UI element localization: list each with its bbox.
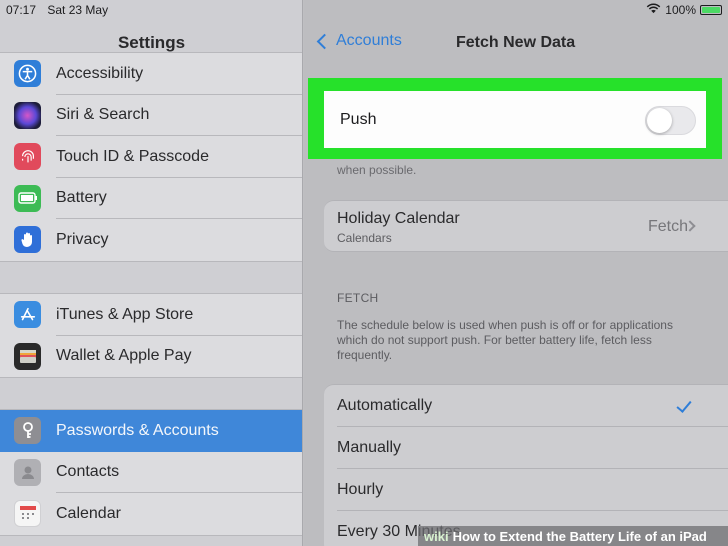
push-toggle[interactable] <box>645 106 696 135</box>
sidebar-item-label: Battery <box>56 189 107 207</box>
key-icon <box>14 417 41 445</box>
sidebar-item-label: iTunes & App Store <box>56 305 194 323</box>
battery-icon <box>14 184 41 212</box>
accessibility-icon <box>14 60 41 88</box>
account-title: Holiday Calendar <box>337 210 460 227</box>
push-footer: when possible. <box>337 163 417 177</box>
checkmark-icon <box>676 397 692 413</box>
status-time: 07:17 <box>6 3 37 17</box>
sidebar-item-privacy[interactable]: Privacy <box>0 219 302 261</box>
sidebar-item-wallet[interactable]: Wallet & Apple Pay <box>0 336 302 378</box>
account-subtitle: Calendars <box>337 231 392 245</box>
status-battery-icon <box>700 5 722 15</box>
sidebar-item-passwords-accounts[interactable]: Passwords & Accounts <box>0 410 302 452</box>
status-bar-left: 07:17 Sat 23 May <box>6 3 108 17</box>
sidebar-item-label: Calendar <box>56 504 121 522</box>
sidebar-item-siri[interactable]: Siri & Search <box>0 95 302 136</box>
fetch-description: The schedule below is used when push is … <box>337 318 673 362</box>
toggle-knob <box>647 108 672 133</box>
push-row: Push <box>324 91 706 148</box>
watermark-brand: wiki <box>424 528 449 544</box>
fingerprint-icon <box>14 143 41 171</box>
status-date: Sat 23 May <box>47 3 109 17</box>
sidebar-item-touch-id[interactable]: Touch ID & Passcode <box>0 136 302 178</box>
option-label: Hourly <box>337 481 384 498</box>
fetch-options-list: Automatically Manually Hourly Every 30 M… <box>324 384 728 546</box>
sidebar-item-label: Wallet & Apple Pay <box>56 347 192 365</box>
option-hourly[interactable]: Hourly <box>324 469 728 511</box>
wallet-icon <box>14 342 41 370</box>
navigation-bar: Accounts Fetch New Data <box>304 30 728 58</box>
sidebar-item-accessibility[interactable]: Accessibility <box>0 53 302 95</box>
detail-pane: 100% Accounts Fetch New Data Push when p… <box>304 0 728 546</box>
siri-icon <box>14 101 41 129</box>
watermark-text: How to Extend the Battery Life of an iPa… <box>452 528 707 544</box>
sidebar-group-store: iTunes & App Store Wallet & Apple Pay <box>0 293 302 378</box>
option-manually[interactable]: Manually <box>324 427 728 469</box>
calendar-icon <box>14 500 41 528</box>
push-highlight: Push <box>308 78 722 159</box>
contacts-icon <box>14 458 41 486</box>
sidebar-item-label: Passwords & Accounts <box>56 421 219 439</box>
sidebar-group-general: Accessibility Siri & Search Touch ID & P… <box>0 52 302 262</box>
sidebar-item-label: Contacts <box>56 463 120 481</box>
battery-percent: 100% <box>665 3 696 17</box>
push-label: Push <box>340 110 377 128</box>
page-title: Fetch New Data <box>456 34 576 51</box>
option-automatically[interactable]: Automatically <box>324 385 728 427</box>
back-button[interactable]: Accounts <box>315 32 402 50</box>
hand-icon <box>14 226 41 254</box>
settings-sidebar: 07:17 Sat 23 May Settings Accessibility … <box>0 0 303 546</box>
sidebar-item-calendar[interactable]: Calendar <box>0 493 302 535</box>
option-label: Manually <box>337 439 402 456</box>
sidebar-item-app-store[interactable]: iTunes & App Store <box>0 294 302 336</box>
wifi-icon <box>646 3 661 17</box>
sidebar-item-battery[interactable]: Battery <box>0 178 302 219</box>
sidebar-item-label: Accessibility <box>56 64 144 82</box>
sidebar-title: Settings <box>117 33 186 52</box>
sidebar-item-label: Privacy <box>56 230 109 248</box>
sidebar-group-accounts: Passwords & Accounts Contacts Calendar <box>0 409 302 536</box>
chevron-left-icon <box>316 33 333 49</box>
app-store-icon <box>14 301 41 329</box>
sidebar-item-label: Siri & Search <box>56 106 150 124</box>
sidebar-item-label: Touch ID & Passcode <box>56 147 209 165</box>
fetch-section-header: FETCH <box>337 291 379 305</box>
option-label: Automatically <box>337 397 433 414</box>
sidebar-item-contacts[interactable]: Contacts <box>0 452 302 493</box>
holiday-calendar-row[interactable]: Holiday Calendar Calendars Fetch <box>324 200 728 252</box>
wikihow-watermark: wiki How to Extend the Battery Life of a… <box>418 526 728 546</box>
back-label: Accounts <box>336 32 402 49</box>
status-bar-right: 100% <box>646 3 722 17</box>
account-fetch-value: Fetch <box>647 218 688 235</box>
